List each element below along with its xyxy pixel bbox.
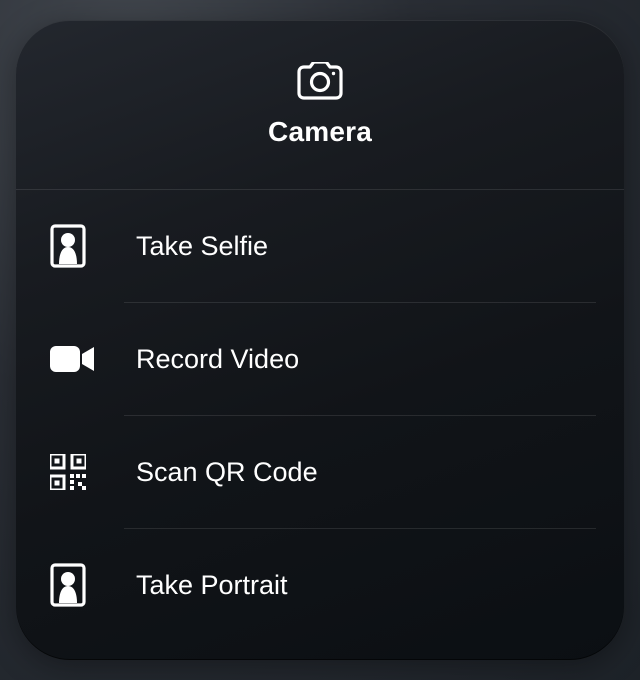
action-label: Take Portrait <box>136 570 288 601</box>
scan-qr-action[interactable]: Scan QR Code <box>44 416 596 528</box>
action-label: Scan QR Code <box>136 457 318 488</box>
action-label: Take Selfie <box>136 231 268 262</box>
take-selfie-action[interactable]: Take Selfie <box>44 190 596 302</box>
panel-title: Camera <box>268 116 372 148</box>
actions-list: Take Selfie Record Video <box>16 190 624 660</box>
camera-quick-actions-panel: Camera Take Selfie Record Video <box>16 20 624 660</box>
video-icon <box>50 344 106 374</box>
panel-header: Camera <box>16 20 624 190</box>
selfie-icon <box>50 224 106 268</box>
action-label: Record Video <box>136 344 299 375</box>
camera-icon <box>293 62 347 102</box>
qr-icon <box>50 454 106 490</box>
record-video-action[interactable]: Record Video <box>44 303 596 415</box>
portrait-icon <box>50 563 106 607</box>
take-portrait-action[interactable]: Take Portrait <box>44 529 596 641</box>
